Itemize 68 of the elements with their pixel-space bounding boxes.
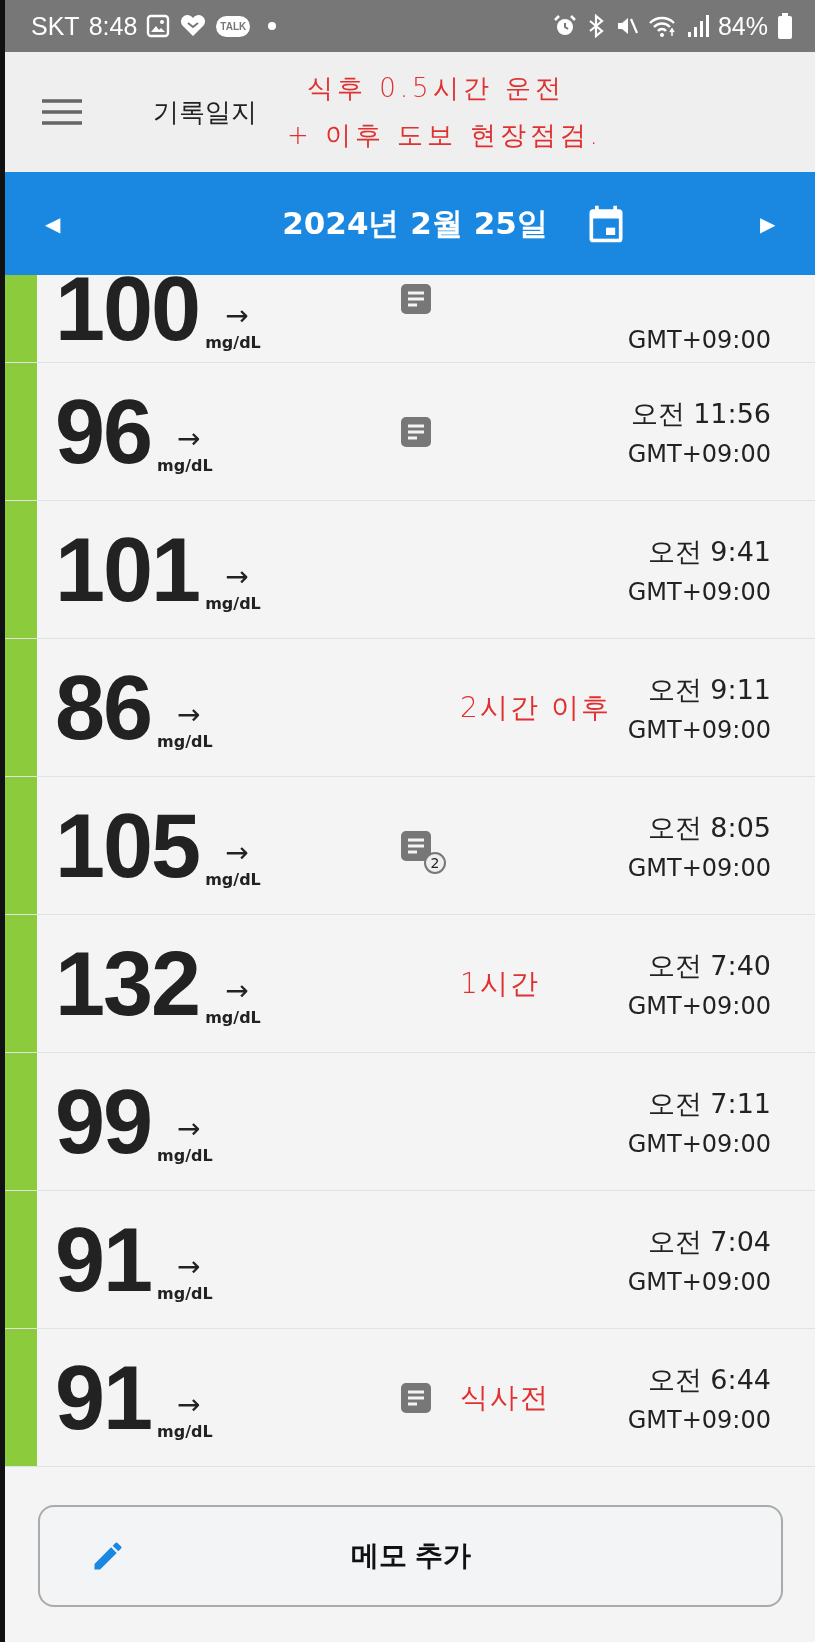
trend-arrow: →: [177, 697, 202, 732]
image-icon: [146, 14, 171, 38]
trend-arrow: →: [177, 1249, 202, 1284]
reading-time: 오전 7:04: [647, 1224, 771, 1259]
glucose-value: 105: [55, 800, 200, 891]
glucose-value: 96: [55, 386, 152, 477]
dot-icon: [267, 21, 278, 31]
trend-arrow: →: [225, 559, 250, 594]
timezone-label: GMT+09:00: [627, 715, 771, 744]
next-day-button[interactable]: ▶: [720, 201, 815, 246]
unit-label: mg/dL: [157, 1421, 213, 1441]
reading-time: 오전 6:44: [647, 1362, 771, 1397]
trend-arrow: →: [177, 421, 202, 456]
carrier-name: SKT: [31, 11, 80, 41]
handwritten-note: 식사전: [460, 1379, 550, 1416]
date-label: 2024년 2월 25일: [282, 203, 548, 243]
timezone-label: GMT+09:00: [627, 991, 771, 1020]
page-title: 기록일지: [153, 95, 257, 129]
battery-icon: [777, 13, 793, 39]
glucose-value: 86: [55, 662, 152, 753]
trend-arrow: →: [177, 1111, 202, 1146]
handwritten-note: 1시간: [460, 965, 540, 1002]
trend-arrow: →: [225, 835, 250, 870]
reading-time: 오전 9:11: [647, 672, 771, 707]
reading-time: 오전 7:11: [647, 1086, 771, 1121]
glucose-value: 99: [55, 1076, 152, 1167]
add-memo-button[interactable]: 메모 추가: [38, 1505, 783, 1607]
trend-arrow: →: [225, 973, 250, 1008]
handwritten-note: 식후 0.5시간 운전: [307, 72, 566, 105]
glucose-value: 101: [55, 524, 200, 615]
signal-icon: [686, 14, 709, 38]
glucose-value: 100: [55, 275, 200, 354]
reading-time: 오전 8:05: [647, 810, 771, 845]
menu-icon: [42, 98, 82, 126]
unit-label: mg/dL: [205, 593, 261, 613]
alarm-icon: [552, 14, 577, 38]
chat-badge: TALK: [216, 15, 251, 37]
unit-label: mg/dL: [157, 731, 213, 751]
unit-label: mg/dL: [205, 333, 261, 352]
menu-button[interactable]: [42, 98, 82, 126]
reading-time: 오전 11:56: [630, 396, 771, 431]
trend-arrow: →: [177, 1387, 202, 1422]
previous-day-button[interactable]: ◀: [5, 201, 100, 246]
unit-label: mg/dL: [157, 1145, 213, 1165]
count-badge: 2: [424, 851, 446, 874]
trend-arrow: →: [225, 299, 250, 333]
unit-label: mg/dL: [205, 869, 261, 889]
glucose-value: 132: [55, 938, 200, 1029]
wifi-icon: [647, 14, 678, 38]
unit-label: mg/dL: [157, 1283, 213, 1303]
battery-level: 84%: [717, 11, 768, 41]
timezone-label: GMT+09:00: [627, 1267, 771, 1296]
timezone-label: GMT+09:00: [627, 853, 771, 882]
handwritten-note: + 이후 도보 현장점검.: [287, 119, 602, 152]
glucose-value: 91: [55, 1214, 152, 1305]
timezone-label: GMT+09:00: [627, 439, 771, 468]
timezone-label: GMT+09:00: [627, 326, 771, 354]
timezone-label: GMT+09:00: [627, 577, 771, 606]
unit-label: mg/dL: [157, 455, 213, 475]
timezone-label: GMT+09:00: [627, 1405, 771, 1434]
glucose-value: 91: [55, 1352, 152, 1443]
reading-time: 오전 7:40: [647, 948, 771, 983]
timezone-label: GMT+09:00: [627, 1129, 771, 1158]
clock-time: 8:48: [88, 11, 138, 41]
heart-icon: [179, 14, 208, 38]
unit-label: mg/dL: [205, 1007, 261, 1027]
reading-time: 오전 9:41: [647, 534, 771, 569]
handwritten-note: 2시간 이후: [460, 689, 611, 726]
